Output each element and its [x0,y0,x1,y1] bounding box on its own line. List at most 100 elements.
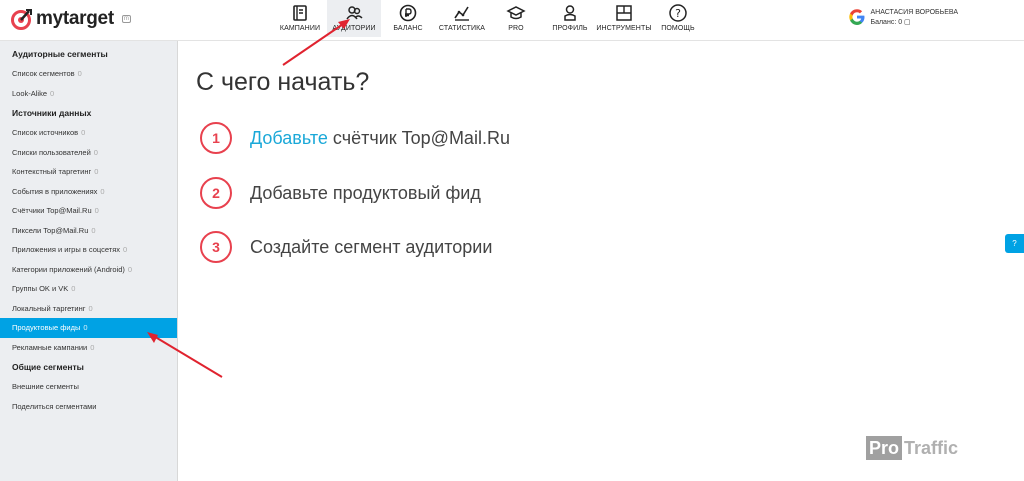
sidebar-item-count: 0 [91,225,96,235]
user-info: АНАСТАСИЯ ВОРОБЬЕВА Баланс: 0 ▢ [870,8,958,28]
sidebar-item-user-lists[interactable]: Списки пользователей 0 [0,143,177,163]
mytarget-logo-icon [10,8,32,30]
logo-text: mytarget [36,8,114,29]
step-2: 2 Добавьте продуктовый фид [200,177,481,209]
sidebar-section-title: Аудиторные сегменты [12,49,108,59]
sidebar-item-label: Внешние сегменты [12,382,79,391]
logo[interactable]: mytarget m [10,8,131,30]
help-tab-button[interactable]: ? [1005,234,1024,253]
sidebar-item-top-mail-pixels[interactable]: Пиксели Top@Mail.Ru 0 [0,221,177,241]
sidebar-section-title: Источники данных [12,108,92,118]
sidebar-item-app-categories[interactable]: Категории приложений (Android) 0 [0,260,177,280]
sidebar-item-sources-list[interactable]: Список источников 0 [0,123,177,143]
nav-profile[interactable]: ПРОФИЛЬ [543,0,597,37]
nav-label: СТАТИСТИКА [438,25,486,32]
step-number: 2 [200,177,232,209]
tools-icon [616,5,632,21]
sidebar-section-title: Общие сегменты [12,362,84,372]
sidebar-item-external-segments[interactable]: Внешние сегменты [0,377,177,397]
sidebar-item-count: 0 [77,69,82,78]
sidebar-item-count: 0 [90,342,95,352]
sidebar-item-label: Поделиться сегментами [12,401,97,411]
sidebar-item-label: Рекламные кампании [12,342,88,352]
nav-label: БАЛАНС [393,25,423,32]
nav-label: ПОМОЩЬ [661,25,695,32]
sidebar-item-count: 0 [94,167,99,176]
step-number: 3 [200,231,232,263]
step-text-rest: счётчик Top@Mail.Ru [327,127,510,148]
step-number: 1 [200,122,232,154]
nav-statistics[interactable]: СТАТИСТИКА [435,0,489,37]
svg-text:?: ? [675,7,681,20]
nav-label: ПРОФИЛЬ [552,25,588,32]
sidebar-item-count: 0 [81,128,86,137]
sidebar-item-look-alike[interactable]: Look-Alike 0 [0,84,177,104]
sidebar-item-count: 0 [71,284,76,293]
nav-label: КАМПАНИИ [279,25,321,32]
sidebar-item-label: Контекстный таргетинг [12,167,92,176]
add-counter-link[interactable]: Добавьте [250,128,328,148]
sidebar-item-local-targeting[interactable]: Локальный таргетинг 0 [0,299,177,319]
sidebar-item-count: 0 [127,264,133,274]
pro-icon [506,6,526,20]
sidebar-item-label: Счётчики Top@Mail.Ru [12,206,92,215]
watermark: Pro Traffic [866,436,958,460]
watermark-text: Traffic [904,437,959,458]
campaigns-icon [293,5,307,21]
nav-campaigns[interactable]: КАМПАНИИ [273,0,327,37]
user-name: АНАСТАСИЯ ВОРОБЬЕВА [870,9,958,16]
logo-badge: m [121,15,131,23]
sidebar-item-context-targeting[interactable]: Контекстный таргетинг 0 [0,162,177,182]
sidebar-item-count: 0 [100,186,105,196]
watermark-box: Pro [866,436,903,460]
sidebar-item-social-apps[interactable]: Приложения и игры в соцсетях 0 [0,240,177,260]
sidebar-item-label: Категории приложений (Android) [12,264,125,274]
page-title: С чего начать? [196,68,370,96]
sidebar-item-label: Приложения и игры в соцсетях [12,245,121,254]
sidebar-item-count: 0 [88,303,93,313]
sidebar-item-label: События в приложениях [12,186,98,196]
sidebar-item-product-feeds[interactable]: Продуктовые фиды 0 [0,318,177,338]
step-text: Добавьте счётчик Top@Mail.Ru [250,128,510,149]
nav-audiences[interactable]: АУДИТОРИИ [327,0,381,37]
nav-help[interactable]: ? ПОМОЩЬ [651,0,705,37]
nav-label: PRO [508,25,524,32]
sidebar-item-count: 0 [123,245,128,254]
main-content: С чего начать? [196,68,369,97]
sidebar-item-count: 0 [93,147,98,157]
audiences-icon [346,6,363,20]
nav-tools[interactable]: ИНСТРУМЕНТЫ [596,0,652,37]
sidebar-item-ad-campaigns[interactable]: Рекламные кампании 0 [0,338,177,358]
step-1: 1 Добавьте счётчик Top@Mail.Ru [200,122,510,154]
sidebar-item-label: Списки пользователей [12,147,91,157]
sidebar-item-label: Список источников [12,128,79,137]
profile-icon [564,5,576,21]
user-account[interactable]: АНАСТАСИЯ ВОРОБЬЕВА Баланс: 0 ▢ [848,8,958,28]
nav-label: ИНСТРУМЕНТЫ [596,25,652,32]
nav-pro[interactable]: PRO [489,0,543,37]
sidebar-item-label: Продуктовые фиды [12,323,81,332]
nav-label: АУДИТОРИИ [332,25,376,32]
main-nav: КАМПАНИИ АУДИТОРИИ БАЛАНС СТАТИСТИКА PRO… [273,0,705,37]
sidebar-item-share-segments[interactable]: Поделиться сегментами [0,397,177,417]
sidebar-item-segments-list[interactable]: Список сегментов 0 [0,64,177,84]
step-text: Создайте сегмент аудитории [250,236,493,257]
balance-icon [399,4,417,22]
google-icon [849,9,865,25]
sidebar-item-label: Локальный таргетинг [12,303,86,313]
sidebar-item-ok-vk-groups[interactable]: Группы OK и VK 0 [0,279,177,299]
nav-balance[interactable]: БАЛАНС [381,0,435,37]
user-balance: Баланс: 0 ▢ [870,19,911,26]
sidebar-item-app-events[interactable]: События в приложениях 0 [0,182,177,202]
sidebar-item-label: Список сегментов [12,69,75,78]
step-text: Добавьте продуктовый фид [250,182,481,203]
sidebar-item-count: 0 [50,88,55,98]
sidebar-item-label: Пиксели Top@Mail.Ru [12,225,89,235]
step-3: 3 Создайте сегмент аудитории [200,231,492,263]
top-header: mytarget m КАМПАНИИ АУДИТОРИИ БАЛАНС СТА… [0,0,1024,41]
sidebar-item-top-mail-counters[interactable]: Счётчики Top@Mail.Ru 0 [0,201,177,221]
statistics-icon [454,6,469,21]
sidebar: Аудиторные сегменты Список сегментов 0 Lo… [0,41,178,481]
sidebar-item-label: Look-Alike [12,88,48,98]
sidebar-item-label: Группы OK и VK [12,284,69,293]
